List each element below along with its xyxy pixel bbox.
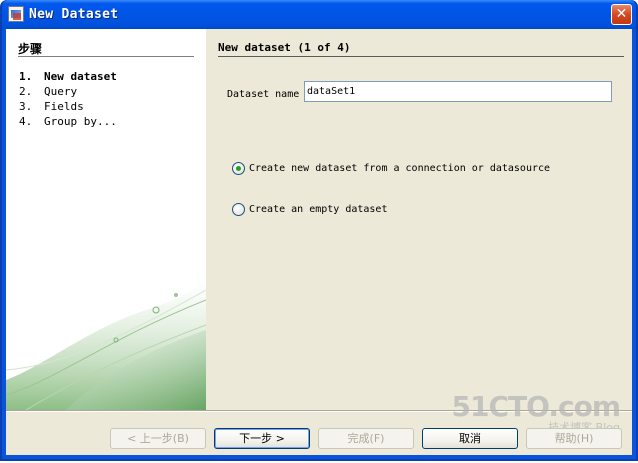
finish-button[interactable]: 完成(F) [318,428,414,449]
steps-divider [18,56,194,57]
step-item-group-by: 4. Group by... [19,114,117,129]
step-label: New dataset [44,70,117,83]
radio-option-from-connection[interactable]: Create new dataset from a connection or … [232,162,550,175]
decorative-swirl-graphic [6,280,206,410]
step-number: 1. [19,70,33,83]
step-label: Fields [44,100,84,113]
step-label: Group by... [44,115,117,128]
close-button[interactable]: ✕ [611,4,632,25]
radio-button-checked[interactable] [232,162,245,175]
step-item-new-dataset: 1. New dataset [19,69,117,84]
page-title: New dataset (1 of 4) [218,41,351,54]
step-number: 3. [19,100,33,113]
app-icon [8,6,24,22]
cancel-button[interactable]: 取消 [422,428,518,449]
steps-list: 1. New dataset 2. Query 3. Fields 4. Group b… [19,69,117,129]
step-item-query: 2. Query [19,84,117,99]
radio-button-unchecked[interactable] [232,203,245,216]
window-title: New Dataset [29,7,119,22]
steps-panel: 步骤 1. New dataset 2. Query 3. Fields 4. Grou… [6,29,206,410]
next-button[interactable]: 下一步 > [214,428,310,449]
close-icon: ✕ [615,6,628,22]
dialog-window: New Dataset ✕ 步骤 1. New dataset 2. Query 3… [0,0,638,461]
step-label: Query [44,85,78,98]
step-number: 4. [19,115,33,128]
radio-option-empty-dataset[interactable]: Create an empty dataset [232,203,387,216]
page-title-divider [218,56,624,57]
dataset-name-field[interactable] [304,81,612,102]
dataset-name-label: Dataset name [227,89,300,100]
radio-label: Create new dataset from a connection or … [249,163,551,174]
step-item-fields: 3. Fields [19,99,117,114]
title-bar[interactable]: New Dataset ✕ [2,0,636,29]
help-button[interactable]: 帮助(H) [526,428,622,449]
dialog-body: 步骤 1. New dataset 2. Query 3. Fields 4. Grou… [6,29,632,455]
radio-label: Create an empty dataset [249,204,388,215]
steps-heading: 步骤 [18,42,43,56]
step-number: 2. [19,85,33,98]
watermark-line1: 51CTO.com [451,390,621,423]
back-button[interactable]: < 上一步(B) [110,428,206,449]
